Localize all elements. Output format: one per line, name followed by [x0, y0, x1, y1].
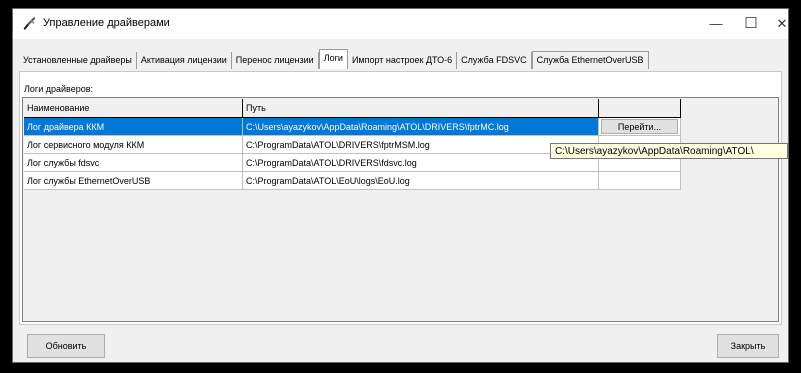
close-button[interactable]: Закрыть — [717, 334, 779, 358]
log-name-cell[interactable]: Лог сервисного модуля ККМ — [24, 135, 243, 154]
logs-grid[interactable]: Наименование Путь Лог драйвера ККМ C:\Us… — [22, 97, 779, 322]
logs-tab-panel: Логи драйверов: Наименование Путь Лог др… — [19, 71, 782, 325]
open-log-button[interactable]: Перейти... — [601, 119, 678, 134]
close-window-button[interactable]: ✕ — [762, 9, 801, 39]
column-header-path[interactable]: Путь — [242, 99, 599, 118]
log-path-cell[interactable]: C:\Users\ayazykov\AppData\Roaming\ATOL\D… — [242, 117, 599, 136]
tab-ethernetoverusb-service[interactable]: Служба EthernetOverUSB — [531, 51, 649, 69]
tab-license-transfer[interactable]: Перенос лицензии — [231, 52, 319, 69]
log-path-cell[interactable]: C:\ProgramData\ATOL\DRIVERS\fdsvc.log — [242, 153, 599, 172]
driver-logs-label: Логи драйверов: — [24, 84, 93, 94]
log-action-cell[interactable] — [598, 171, 681, 190]
minimize-button[interactable]: — — [696, 9, 736, 39]
log-path-cell[interactable]: C:\ProgramData\ATOL\DRIVERS\fptrMSM.log — [242, 135, 599, 154]
tab-license-activation[interactable]: Активация лицензии — [136, 52, 232, 69]
tab-strip: Установленные драйверы Активация лицензи… — [19, 49, 649, 69]
log-name-cell[interactable]: Лог службы EthernetOverUSB — [24, 171, 243, 190]
header-row: Наименование Путь — [24, 99, 681, 118]
column-header-name[interactable]: Наименование — [24, 99, 243, 118]
table-row[interactable]: Лог драйвера ККМ C:\Users\ayazykov\AppDa… — [24, 117, 681, 136]
tab-installed-drivers[interactable]: Установленные драйверы — [19, 52, 137, 69]
driver-management-window: Управление драйверами — ☐ ✕ Установленны… — [12, 8, 789, 363]
tab-logs[interactable]: Логи — [318, 49, 348, 69]
log-name-cell[interactable]: Лог службы fdsvc — [24, 153, 243, 172]
column-header-action[interactable] — [598, 99, 681, 118]
log-path-cell[interactable]: C:\ProgramData\ATOL\EoU\logs\EoU.log — [242, 171, 599, 190]
log-action-cell: Перейти... — [598, 117, 681, 136]
refresh-button[interactable]: Обновить — [27, 334, 105, 358]
log-name-cell[interactable]: Лог драйвера ККМ — [24, 117, 243, 136]
window-title: Управление драйверами — [43, 17, 170, 29]
title-bar[interactable]: Управление драйверами — ☐ ✕ — [13, 9, 788, 39]
wrench-icon — [23, 17, 36, 30]
tab-fdsvc-service[interactable]: Служба FDSVC — [457, 52, 532, 69]
table-row[interactable]: Лог службы EthernetOverUSB C:\ProgramDat… — [24, 171, 681, 190]
tab-dto6-import[interactable]: Импорт настроек ДТО-6 — [347, 52, 458, 69]
path-tooltip: C:\Users\ayazykov\AppData\Roaming\ATOL\ — [550, 143, 788, 159]
